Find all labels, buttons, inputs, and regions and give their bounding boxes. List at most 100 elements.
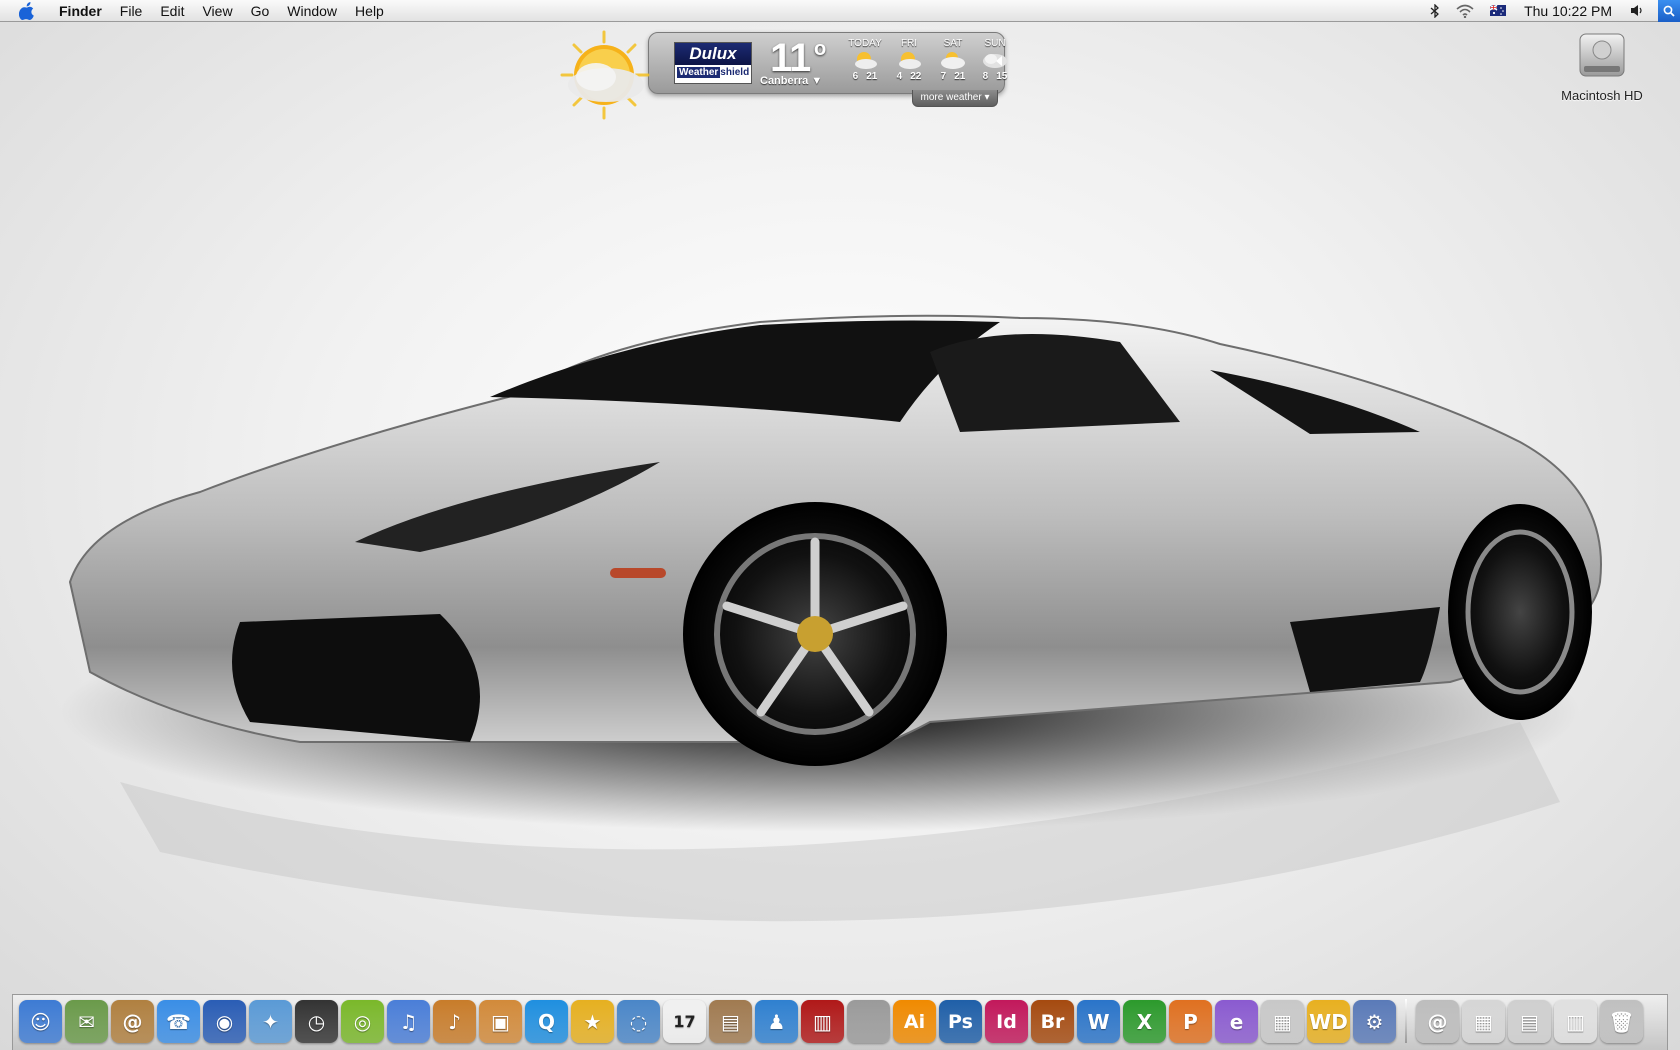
dock-item-glyph: ♟ xyxy=(767,1009,786,1034)
city-selector[interactable]: Canberra ▼ xyxy=(760,75,822,87)
weathershield-brand: Weather shield xyxy=(677,67,750,78)
forecast-today: TODAY 6 21 xyxy=(844,38,886,83)
menu-window[interactable]: Window xyxy=(278,0,346,22)
dock-illustrator-icon[interactable]: Ai xyxy=(893,1000,936,1043)
dock-item-glyph: ★ xyxy=(583,1009,602,1034)
dock-item-glyph: @ xyxy=(1427,1009,1448,1034)
dock-limewire-icon[interactable]: ◎ xyxy=(341,1000,384,1043)
australia-flag-icon[interactable] xyxy=(1482,0,1514,22)
dock-powerpoint-icon[interactable]: P xyxy=(1169,1000,1212,1043)
partly-cloudy-icon xyxy=(888,49,930,71)
spotlight-icon[interactable] xyxy=(1658,0,1680,22)
dock-trash-icon[interactable]: 🗑 xyxy=(1600,1000,1643,1043)
dock-iphoto-icon[interactable]: ▣ xyxy=(479,1000,522,1043)
dock-preview-2-icon[interactable]: ⚙ xyxy=(1353,1000,1396,1043)
desktop-wallpaper-car xyxy=(60,314,1602,922)
dock-item-glyph: ♫ xyxy=(399,1009,418,1034)
dock-dashboard-icon[interactable]: ◷ xyxy=(295,1000,338,1043)
dock-ical-icon[interactable]: 17 xyxy=(663,1000,706,1043)
dock-preview-icon[interactable]: ▤ xyxy=(709,1000,752,1043)
dock-separator xyxy=(1405,999,1407,1043)
dock-excel-icon[interactable]: X xyxy=(1123,1000,1166,1043)
cloudy-icon xyxy=(974,49,1016,71)
dock-photo-booth-icon[interactable]: ▥ xyxy=(801,1000,844,1043)
dock-safari-icon[interactable]: ✦ xyxy=(249,1000,292,1043)
dock-item-glyph: X xyxy=(1136,1009,1153,1034)
dock-finder-icon[interactable]: ☺ xyxy=(19,1000,62,1043)
dock-entourage-icon[interactable]: e xyxy=(1215,1000,1258,1043)
dock-at-folder-icon[interactable]: @ xyxy=(1416,1000,1459,1043)
dock-item-glyph: 17 xyxy=(673,1012,696,1031)
dock-mail-stamp-icon[interactable]: ✉ xyxy=(65,1000,108,1043)
dock-system-preferences-icon[interactable] xyxy=(847,1000,890,1043)
dock-item-glyph: @ xyxy=(122,1009,143,1034)
dock-item-glyph: ☎ xyxy=(166,1009,191,1034)
dock-item-glyph: Br xyxy=(1040,1010,1065,1033)
forecast-sun: SUN 8 15 xyxy=(974,38,1016,83)
volume-icon[interactable] xyxy=(1622,0,1652,22)
widget-flip-arrow-icon[interactable] xyxy=(996,56,1002,66)
dock-address-book-icon[interactable]: @ xyxy=(111,1000,154,1043)
dock-item-glyph: ▣ xyxy=(491,1009,510,1034)
dock-ichat-icon[interactable]: ☎ xyxy=(157,1000,200,1043)
menu-go[interactable]: Go xyxy=(242,0,279,22)
dock-itunes-icon[interactable]: ♫ xyxy=(387,1000,430,1043)
dock-garageband-icon[interactable]: ♪ xyxy=(433,1000,476,1043)
dock-item-glyph: WD xyxy=(1309,1009,1348,1034)
menu-clock[interactable]: Thu 10:22 PM xyxy=(1514,0,1622,22)
dock-item-glyph: ⚙ xyxy=(1365,1009,1384,1034)
dock-item-glyph: ▦ xyxy=(1474,1009,1493,1034)
bluetooth-icon[interactable] xyxy=(1422,0,1448,22)
dock-bridge-icon[interactable]: Br xyxy=(1031,1000,1074,1043)
dock-item-glyph: ▥ xyxy=(813,1009,832,1034)
dock-imovie-icon[interactable]: ★ xyxy=(571,1000,614,1043)
dulux-brand: Dulux xyxy=(675,43,751,65)
dock-stack-2-icon[interactable]: ▤ xyxy=(1508,1000,1551,1043)
dock-item-glyph: ◌ xyxy=(629,1009,648,1034)
dock-photoshop-icon[interactable]: Ps xyxy=(939,1000,982,1043)
partly-cloudy-icon xyxy=(932,49,974,71)
dock-item-glyph: 🗑 xyxy=(1608,1009,1635,1034)
dock-item-glyph: ✦ xyxy=(262,1009,279,1034)
dock-indesign-icon[interactable]: Id xyxy=(985,1000,1028,1043)
dock-word-icon[interactable]: W xyxy=(1077,1000,1120,1043)
sun-cloud-icon xyxy=(556,30,666,120)
dulux-weathershield-logo[interactable]: Dulux Weather shield xyxy=(674,42,752,84)
dock-quicktime-icon[interactable]: Q xyxy=(525,1000,568,1043)
dock-item-glyph: ♪ xyxy=(448,1009,461,1034)
menu-file[interactable]: File xyxy=(111,0,152,22)
dock-item-glyph: Id xyxy=(996,1010,1017,1033)
desktop-icon-macintosh-hd[interactable]: Macintosh HD xyxy=(1550,28,1654,103)
dock-item-glyph: W xyxy=(1087,1009,1110,1034)
more-weather-button[interactable]: more weather ▾ xyxy=(912,90,998,107)
weather-widget[interactable]: Dulux Weather shield 11 o Canberra ▼ TODA… xyxy=(556,30,1007,120)
dock-item-glyph: P xyxy=(1183,1009,1198,1034)
dock-item-glyph: ◉ xyxy=(215,1009,234,1034)
wifi-icon[interactable] xyxy=(1448,0,1482,22)
forecast-sat: SAT 7 21 xyxy=(932,38,974,83)
dock-wd-drive-icon[interactable]: WD xyxy=(1307,1000,1350,1043)
dock-item-glyph: ▤ xyxy=(721,1009,740,1034)
hard-drive-icon xyxy=(1579,33,1625,77)
dock-messenger-icon[interactable]: ♟ xyxy=(755,1000,798,1043)
dock-item-glyph: Ps xyxy=(948,1010,973,1033)
dock-textedit-icon[interactable]: ▦ xyxy=(1261,1000,1304,1043)
dock-stack-1-icon[interactable]: ▦ xyxy=(1462,1000,1505,1043)
dock-item-glyph: ☺ xyxy=(30,1009,51,1034)
menu-view[interactable]: View xyxy=(193,0,241,22)
apple-menu-icon[interactable] xyxy=(16,0,38,22)
dock-item-glyph: Ai xyxy=(903,1010,926,1033)
menu-help[interactable]: Help xyxy=(346,0,393,22)
menu-finder[interactable]: Finder xyxy=(50,0,111,22)
menu-bar: Finder File Edit View Go Window Help Thu… xyxy=(0,0,1680,22)
dock-item-glyph: e xyxy=(1229,1009,1244,1034)
forecast-fri: FRI 4 22 xyxy=(888,38,930,83)
dock-item-glyph: ▥ xyxy=(1566,1009,1585,1034)
dock: ☺ ✉ @ ☎ ◉ ✦ ◷ ◎ ♫ ♪ ▣ Q ★ ◌ 17 ▤ ♟ ▥ Ai Ps Id Br W X Pe ▦ WD ⚙ @ ▦ ▤ ▥ 🗑 xyxy=(12,994,1668,1050)
dock-item-glyph: ◷ xyxy=(307,1009,326,1034)
dock-idvd-icon[interactable]: ◌ xyxy=(617,1000,660,1043)
dock-stack-3-icon[interactable]: ▥ xyxy=(1554,1000,1597,1043)
dock-google-earth-icon[interactable]: ◉ xyxy=(203,1000,246,1043)
menu-edit[interactable]: Edit xyxy=(151,0,193,22)
dock-item-glyph: Q xyxy=(537,1009,555,1034)
